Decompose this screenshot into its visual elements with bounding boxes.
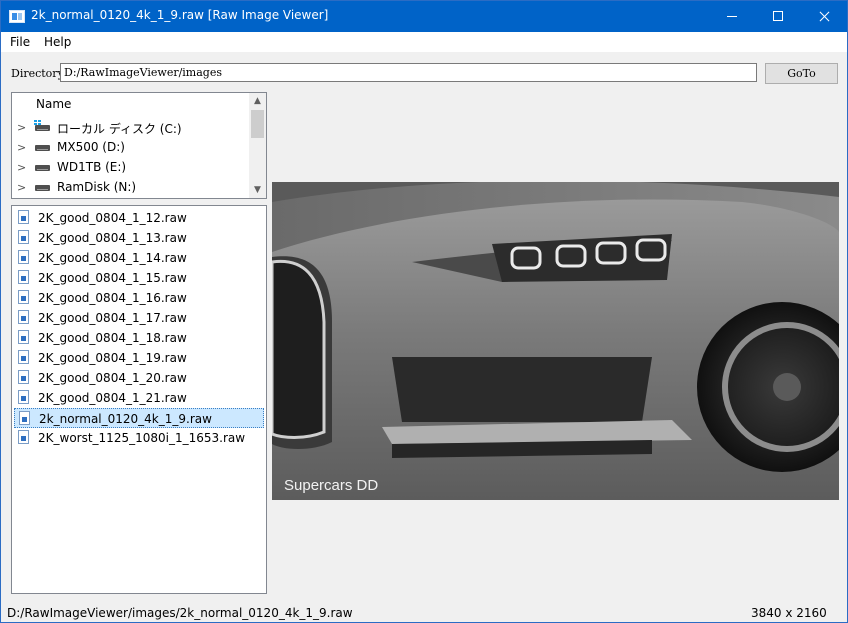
chevron-right-icon[interactable]: > xyxy=(17,141,26,154)
tree-item-label: MX500 (D:) xyxy=(57,140,125,154)
app-icon xyxy=(9,10,25,23)
file-list-item[interactable]: 2K_good_0804_1_20.raw xyxy=(14,368,264,388)
file-icon xyxy=(18,210,29,224)
file-name: 2K_good_0804_1_12.raw xyxy=(38,211,187,225)
file-list[interactable]: 2K_good_0804_1_12.raw 2K_good_0804_1_13.… xyxy=(11,205,267,594)
drive-icon xyxy=(35,165,50,171)
image-watermark: Supercars DD xyxy=(284,477,379,494)
file-name: 2K_worst_1125_1080i_1_1653.raw xyxy=(38,431,246,445)
file-list-item[interactable]: 2K_good_0804_1_17.raw xyxy=(14,308,264,328)
file-name: 2k_normal_0120_4k_1_9.raw xyxy=(39,412,212,426)
file-icon xyxy=(18,290,29,304)
tree-item-e-drive[interactable]: > WD1TB (E:) xyxy=(12,157,248,177)
file-icon xyxy=(18,430,29,444)
file-list-item[interactable]: 2K_good_0804_1_13.raw xyxy=(14,228,264,248)
file-list-item[interactable]: 2K_good_0804_1_15.raw xyxy=(14,268,264,288)
file-list-item[interactable]: 2K_good_0804_1_21.raw xyxy=(14,388,264,408)
image-preview[interactable]: Supercars DD xyxy=(272,182,839,500)
file-name: 2K_good_0804_1_20.raw xyxy=(38,371,187,385)
file-list-item[interactable]: 2K_good_0804_1_16.raw xyxy=(14,288,264,308)
file-icon xyxy=(18,310,29,324)
status-file-path: D:/RawImageViewer/images/2k_normal_0120_… xyxy=(7,606,353,620)
status-bar: D:/RawImageViewer/images/2k_normal_0120_… xyxy=(1,602,847,622)
file-name: 2K_good_0804_1_15.raw xyxy=(38,271,187,285)
file-list-item[interactable]: 2K_good_0804_1_12.raw xyxy=(14,208,264,228)
file-name: 2K_good_0804_1_16.raw xyxy=(38,291,187,305)
file-list-item[interactable]: 2K_good_0804_1_19.raw xyxy=(14,348,264,368)
tree-header-name[interactable]: Name xyxy=(36,97,71,111)
file-name: 2K_good_0804_1_18.raw xyxy=(38,331,187,345)
app-window: 2k_normal_0120_4k_1_9.raw [Raw Image Vie… xyxy=(0,0,848,623)
scroll-down-icon[interactable]: ▼ xyxy=(249,182,266,198)
chevron-right-icon[interactable]: > xyxy=(17,121,26,134)
menu-bar: File Help xyxy=(1,32,847,52)
directory-label: Directory xyxy=(11,67,64,80)
directory-input[interactable]: D:/RawImageViewer/images xyxy=(60,63,757,82)
file-name: 2K_good_0804_1_14.raw xyxy=(38,251,187,265)
file-name: 2K_good_0804_1_19.raw xyxy=(38,351,187,365)
tree-item-d-drive[interactable]: > MX500 (D:) xyxy=(12,137,248,157)
file-list-item-selected[interactable]: 2k_normal_0120_4k_1_9.raw xyxy=(14,408,264,428)
scroll-up-icon[interactable]: ▲ xyxy=(249,93,266,109)
drive-icon xyxy=(35,185,50,191)
file-icon xyxy=(18,270,29,284)
file-name: 2K_good_0804_1_21.raw xyxy=(38,391,187,405)
file-icon xyxy=(18,390,29,404)
file-name: 2K_good_0804_1_13.raw xyxy=(38,231,187,245)
drive-icon xyxy=(35,145,50,151)
maximize-button[interactable] xyxy=(755,1,801,32)
tree-item-label: ローカル ディスク (C:) xyxy=(57,122,182,136)
folder-tree[interactable]: Name > ローカル ディスク (C:) > MX500 (D:) > WD1… xyxy=(11,92,267,199)
file-icon xyxy=(18,230,29,244)
tree-item-n-drive[interactable]: > RamDisk (N:) xyxy=(12,177,248,197)
chevron-right-icon[interactable]: > xyxy=(17,161,26,174)
window-title: 2k_normal_0120_4k_1_9.raw [Raw Image Vie… xyxy=(31,8,329,22)
file-list-item[interactable]: 2K_good_0804_1_18.raw xyxy=(14,328,264,348)
file-icon xyxy=(19,411,30,425)
car-photo xyxy=(272,182,839,500)
file-icon xyxy=(18,350,29,364)
file-name: 2K_good_0804_1_17.raw xyxy=(38,311,187,325)
minimize-button[interactable] xyxy=(709,1,755,32)
drive-icon xyxy=(35,125,50,131)
tree-scrollbar[interactable]: ▲ ▼ xyxy=(249,93,266,198)
menu-help[interactable]: Help xyxy=(44,35,71,49)
tree-item-label: WD1TB (E:) xyxy=(57,160,127,174)
close-button[interactable] xyxy=(801,1,847,32)
file-list-item[interactable]: 2K_good_0804_1_14.raw xyxy=(14,248,264,268)
file-icon xyxy=(18,370,29,384)
file-icon xyxy=(18,250,29,264)
tree-item-label: RamDisk (N:) xyxy=(57,180,137,194)
file-icon xyxy=(18,330,29,344)
file-list-item[interactable]: 2K_worst_1125_1080i_1_1653.raw xyxy=(14,428,264,448)
goto-button[interactable]: GoTo xyxy=(765,63,838,84)
status-resolution: 3840 x 2160 xyxy=(751,606,827,620)
scrollbar-thumb[interactable] xyxy=(251,110,264,138)
menu-file[interactable]: File xyxy=(10,35,30,49)
title-bar[interactable]: 2k_normal_0120_4k_1_9.raw [Raw Image Vie… xyxy=(1,1,847,32)
tree-item-c-drive[interactable]: > ローカル ディスク (C:) xyxy=(12,117,248,137)
chevron-right-icon[interactable]: > xyxy=(17,181,26,194)
